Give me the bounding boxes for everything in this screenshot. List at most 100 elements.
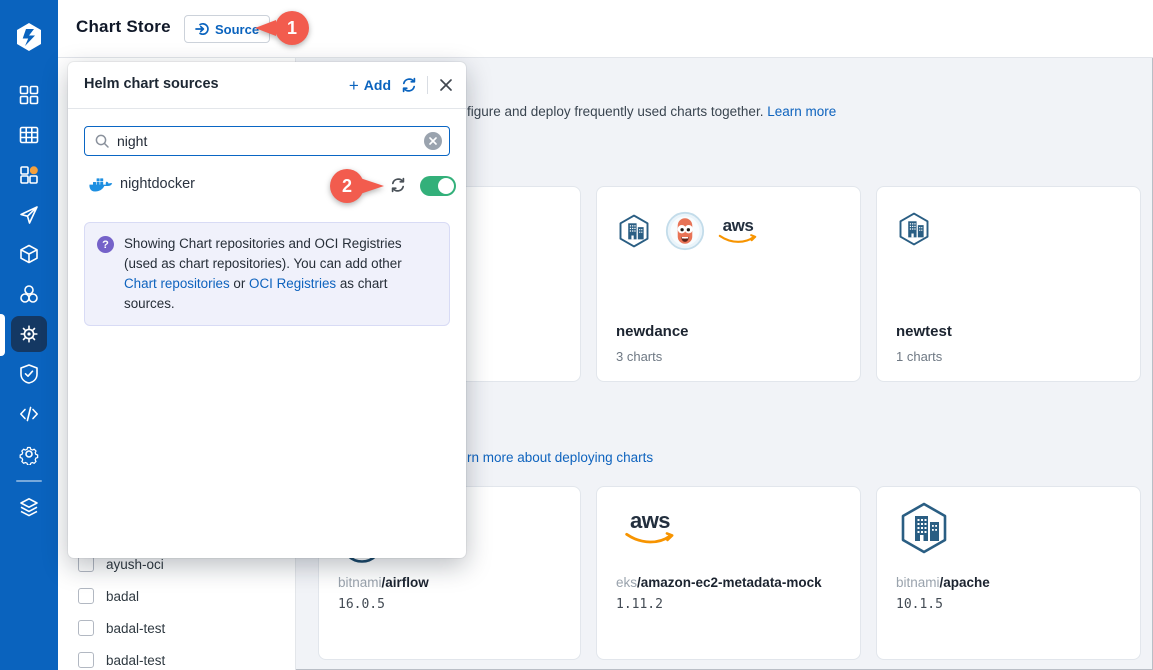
sidebar-item-helm-apps[interactable] [18, 243, 40, 265]
nav-rail [0, 0, 58, 670]
sidebar-item-stack-manager[interactable] [18, 496, 40, 518]
badge-tail [255, 20, 276, 36]
popover-title: Helm chart sources [84, 76, 219, 92]
refresh-icon[interactable] [401, 77, 417, 93]
filter-label: ayush-oci [106, 557, 164, 572]
checkbox[interactable] [78, 556, 94, 572]
chart-group-card-newtest[interactable]: newtest 1 charts [876, 186, 1141, 382]
app-grid-icon [18, 84, 40, 106]
chart-name: /airflow [382, 575, 429, 590]
cube-icon [18, 243, 40, 265]
paper-plane-icon [18, 204, 40, 226]
help-icon: ? [97, 236, 114, 253]
checkbox[interactable] [78, 652, 94, 668]
aws-logo-icon: aws [718, 217, 758, 245]
group-card-title: newdance [616, 323, 689, 340]
aws-text: aws [723, 217, 754, 234]
gear-wheel-icon [18, 323, 40, 345]
chart-card-name: bitnami/airflow [338, 575, 429, 590]
sidebar-item-security[interactable] [18, 363, 40, 385]
filter-row-badal-test[interactable]: badal-test [78, 616, 165, 640]
sidebar-item-app-groups[interactable] [18, 124, 40, 146]
close-icon[interactable] [438, 77, 454, 93]
intro-text: figure and deploy frequently used charts… [467, 104, 767, 119]
badge-number: 2 [330, 169, 364, 203]
actions-divider [427, 76, 428, 94]
cluster-circles-icon [18, 283, 40, 305]
popover-header-divider [68, 108, 466, 109]
group-card-title: newtest [896, 323, 952, 340]
group-icon-row [896, 211, 932, 247]
sidebar-item-chart-store[interactable] [18, 323, 40, 345]
chart-repo: eks [616, 575, 637, 590]
chart-groups-intro: figure and deploy frequently used charts… [467, 104, 836, 119]
grid-table-icon [18, 124, 40, 146]
checkbox[interactable] [78, 620, 94, 636]
page-header: Chart Store Source [58, 0, 1153, 58]
filter-label: badal-test [106, 621, 165, 636]
filter-row-badal[interactable]: badal [78, 584, 139, 608]
chart-card-apache[interactable]: bitnami/apache 10.1.5 [876, 486, 1141, 660]
source-arrow-icon [195, 22, 209, 36]
toggle-knob [438, 178, 454, 194]
chart-card-version: 1.11.2 [616, 597, 663, 612]
active-nav-notch [0, 314, 5, 356]
app-window: figure and deploy frequently used charts… [0, 0, 1153, 670]
source-button-label: Source [215, 22, 259, 37]
page-title: Chart Store [76, 17, 171, 37]
jobs-icon [18, 164, 40, 186]
chart-card-version: 16.0.5 [338, 597, 385, 612]
resync-source-icon[interactable] [390, 177, 406, 193]
sidebar-item-code[interactable] [18, 403, 40, 425]
sidebar-item-applications[interactable] [18, 84, 40, 106]
chart-repositories-link[interactable]: Chart repositories [124, 276, 230, 291]
checkbox[interactable] [78, 588, 94, 604]
filter-row-badal-test-2[interactable]: badal-test [78, 648, 165, 670]
group-icon-row: aws [616, 211, 758, 251]
clear-search-button[interactable] [424, 132, 442, 150]
helm-chart-sources-popover: Helm chart sources + Add [68, 62, 466, 558]
sidebar-item-global-config[interactable] [18, 443, 40, 465]
source-row-nightdocker: nightdocker [68, 168, 466, 204]
deploy-charts-link[interactable]: rn more about deploying charts [467, 450, 653, 465]
hexagon-building-icon [896, 500, 952, 556]
chart-card-ec2-metadata-mock[interactable]: aws eks/amazon-ec2-metadata-mock 1.11.2 [596, 486, 861, 660]
filter-label: badal [106, 589, 139, 604]
chart-group-card-newdance[interactable]: aws newdance 3 charts [596, 186, 861, 382]
sidebar-item-clusters[interactable] [18, 283, 40, 305]
plus-icon: + [349, 77, 359, 94]
chart-repo: bitnami [896, 575, 940, 590]
source-enabled-toggle[interactable] [420, 176, 456, 196]
source-name: nightdocker [120, 176, 195, 192]
code-icon [18, 403, 40, 425]
oci-registries-link[interactable]: OCI Registries [249, 276, 336, 291]
devtron-logo-icon[interactable] [13, 21, 45, 53]
badge-tail [360, 178, 384, 194]
add-source-button[interactable]: + Add [349, 77, 391, 94]
badge-number: 1 [275, 11, 309, 45]
hexagon-building-icon [896, 211, 932, 247]
chart-name: /apache [940, 575, 990, 590]
chart-card-version: 10.1.5 [896, 597, 943, 612]
info-note-text: Showing Chart repositories and OCI Regis… [124, 234, 435, 314]
chart-card-name: eks/amazon-ec2-metadata-mock [616, 575, 822, 590]
sidebar-item-deploy[interactable] [18, 204, 40, 226]
chart-card-name: bitnami/apache [896, 575, 990, 590]
source-search-input[interactable] [117, 128, 417, 154]
chart-name: /amazon-ec2-metadata-mock [637, 575, 822, 590]
sidebar-item-jobs[interactable] [18, 164, 40, 186]
info-note: ? Showing Chart repositories and OCI Reg… [84, 222, 450, 326]
shield-check-icon [18, 363, 40, 385]
cog-icon [18, 443, 40, 465]
filter-label: badal-test [106, 653, 165, 668]
group-card-count: 3 charts [616, 349, 662, 364]
stack-layers-icon [18, 496, 40, 518]
aws-text: aws [630, 510, 670, 532]
search-icon [94, 133, 110, 149]
group-card-count: 1 charts [896, 349, 942, 364]
note-text: Showing Chart repositories and OCI Regis… [124, 236, 402, 271]
callout-badge-1: 1 [275, 11, 309, 45]
learn-more-link[interactable]: Learn more [767, 104, 836, 119]
rail-divider [16, 480, 42, 482]
note-text: or [230, 276, 249, 291]
